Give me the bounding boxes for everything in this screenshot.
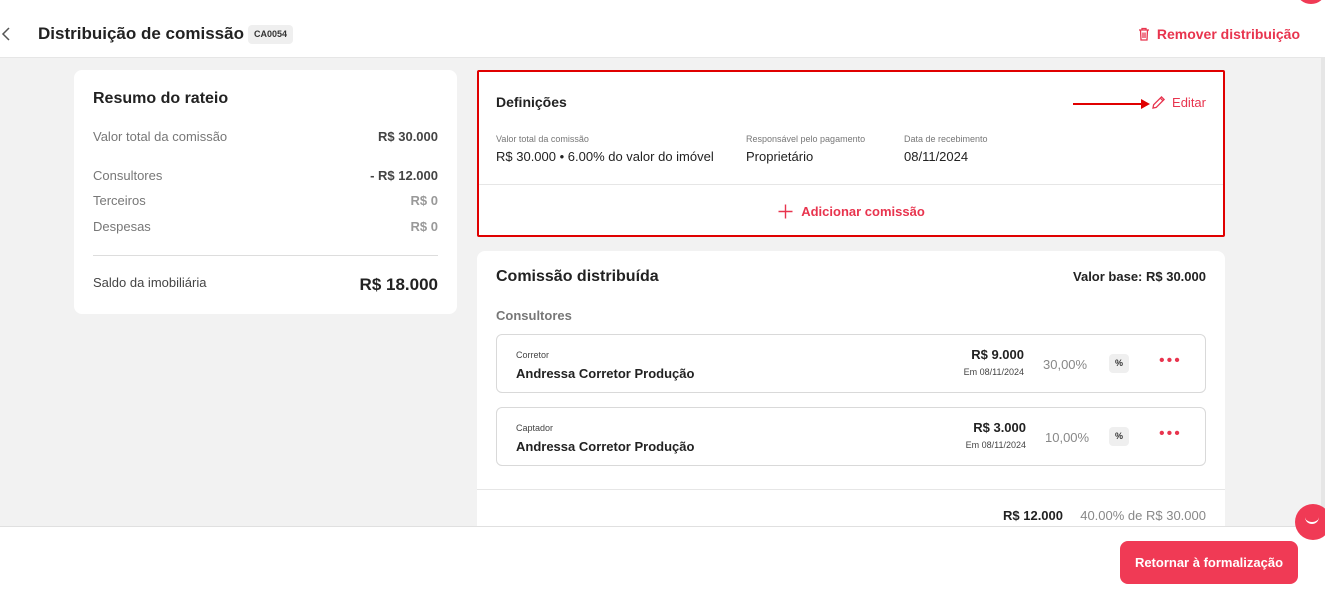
page-title: Distribuição de comissão <box>38 24 244 43</box>
consultant-amount: R$ 9.000 <box>971 347 1024 362</box>
summary-row-value: R$ 0 <box>410 219 438 234</box>
summary-row-expenses: Despesas R$ 0 <box>93 219 438 234</box>
plus-icon <box>778 204 793 219</box>
divider <box>477 489 1225 490</box>
consultant-amount: R$ 3.000 <box>973 420 1026 435</box>
scrollbar[interactable] <box>1321 58 1325 526</box>
back-chevron-icon[interactable] <box>0 25 12 43</box>
summary-row-value: - R$ 12.000 <box>370 168 438 183</box>
return-to-formalization-button[interactable]: Retornar à formalização <box>1120 541 1298 584</box>
divider <box>479 184 1223 185</box>
footer-bar: Retornar à formalização <box>0 526 1325 598</box>
consultant-role: Captador <box>516 423 554 433</box>
consultant-card: Corretor Andressa Corretor Produção R$ 9… <box>496 334 1206 393</box>
distributed-title: Comissão distribuída <box>496 268 659 285</box>
trash-icon <box>1138 27 1149 41</box>
summary-row-label: Consultores <box>93 168 163 183</box>
chat-icon[interactable] <box>1295 504 1325 540</box>
consultant-card: Captador Andressa Corretor Produção R$ 3… <box>496 407 1206 466</box>
consultant-date: Em 08/11/2024 <box>963 367 1024 377</box>
summary-row-label: Despesas <box>93 219 151 234</box>
summary-row-consultants: Consultores - R$ 12.000 <box>93 168 438 183</box>
consultant-name: Andressa Corretor Produção <box>516 439 695 454</box>
annotation-arrow-line <box>1073 103 1143 105</box>
pencil-icon <box>1152 95 1166 109</box>
remove-distribution-label: Remover distribuição <box>1156 26 1300 42</box>
field-commission-total: Valor total da comissão R$ 30.000 • 6.00… <box>496 134 714 164</box>
section-label-consultants: Consultores <box>496 308 572 323</box>
field-value: R$ 30.000 • 6.00% do valor do imóvel <box>496 149 714 164</box>
edit-label: Editar <box>1172 95 1206 110</box>
top-bar: Distribuição de comissão CA0054 Remover … <box>0 0 1325 58</box>
field-value: 08/11/2024 <box>904 149 969 164</box>
summary-title: Resumo do rateio <box>93 90 229 107</box>
summary-row-total: Valor total da comissão R$ 30.000 <box>93 129 438 144</box>
add-commission-button[interactable]: Adicionar comissão <box>479 203 1223 220</box>
consultant-percent: 10,00% <box>1045 430 1090 445</box>
annotation-arrow-head <box>1141 99 1150 109</box>
field-receipt-date: Data de recebimento 08/11/2024 <box>904 134 988 164</box>
field-payment-responsible: Responsável pelo pagamento Proprietário <box>746 134 865 164</box>
remove-distribution-button[interactable]: Remover distribuição <box>1137 26 1300 42</box>
summary-row-label: Terceiros <box>93 193 146 208</box>
definitions-card: Definições Editar Valor total da comissã… <box>477 70 1225 237</box>
summary-balance: Saldo da imobiliária R$ 18.000 <box>93 275 438 295</box>
consultant-role: Corretor <box>516 350 550 360</box>
balance-value: R$ 18.000 <box>359 275 438 294</box>
divider <box>93 255 438 256</box>
consultant-date: Em 08/11/2024 <box>965 440 1026 450</box>
more-options-icon[interactable]: ••• <box>1159 352 1182 370</box>
consultant-name: Andressa Corretor Produção <box>516 366 695 381</box>
summary-row-third-parties: Terceiros R$ 0 <box>93 193 438 208</box>
edit-button[interactable]: Editar <box>1150 94 1206 111</box>
code-badge: CA0054 <box>248 25 294 44</box>
total-amount: R$ 12.000 <box>1003 508 1063 523</box>
consultant-percent: 30,00% <box>1043 357 1088 372</box>
summary-row-value: R$ 0 <box>410 193 438 208</box>
total-percent: 40.00% de R$ 30.000 <box>1080 508 1206 523</box>
field-label: Valor total da comissão <box>496 134 589 144</box>
field-label: Responsável pelo pagamento <box>746 134 866 144</box>
percent-badge: % <box>1109 427 1129 446</box>
summary-card: Resumo do rateio Valor total da comissão… <box>74 70 457 314</box>
field-value: Proprietário <box>746 149 814 164</box>
summary-row-label: Valor total da comissão <box>93 129 228 144</box>
add-commission-label: Adicionar comissão <box>801 204 925 219</box>
notification-dot <box>1297 0 1325 4</box>
distributed-commission-card: Comissão distribuída Valor base: R$ 30.0… <box>477 251 1225 531</box>
more-options-icon[interactable]: ••• <box>1159 425 1182 443</box>
summary-row-value: R$ 30.000 <box>378 129 438 144</box>
field-label: Data de recebimento <box>904 134 988 144</box>
definitions-title: Definições <box>496 94 567 110</box>
percent-badge: % <box>1109 354 1129 373</box>
balance-label: Saldo da imobiliária <box>93 275 207 290</box>
base-value: Valor base: R$ 30.000 <box>1073 269 1206 284</box>
